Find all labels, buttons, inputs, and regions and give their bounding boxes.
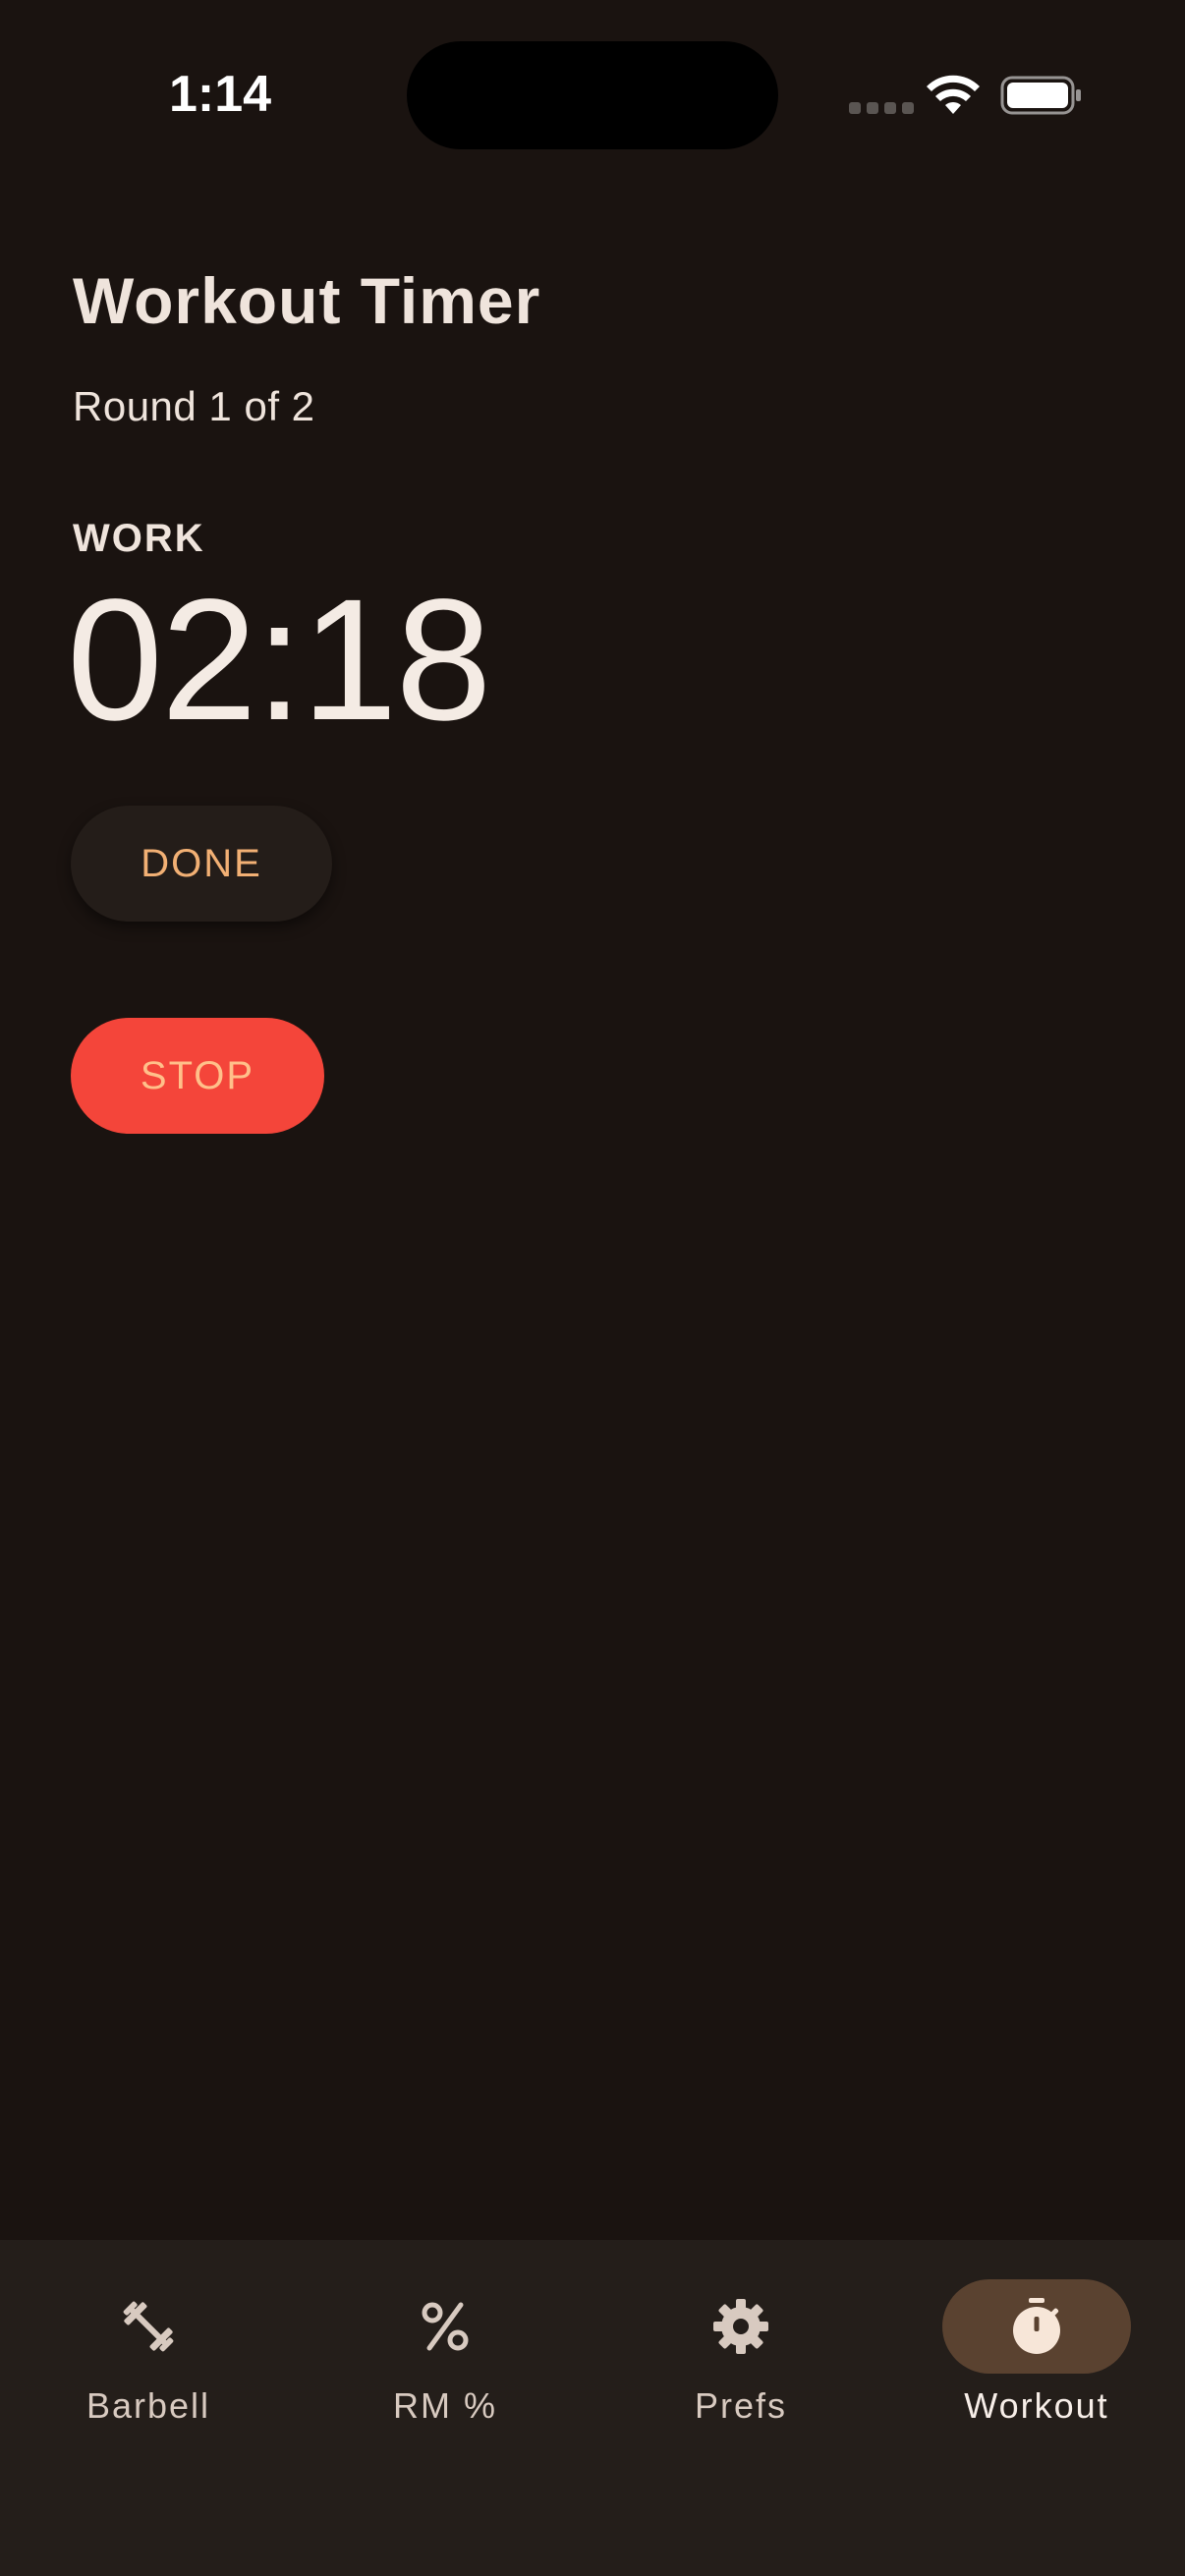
percent-icon xyxy=(422,2302,469,2351)
battery-icon xyxy=(1000,76,1081,115)
nav-item-workout[interactable]: Workout xyxy=(888,2279,1185,2436)
nav-item-rm-percent[interactable]: RM % xyxy=(297,2279,593,2436)
barbell-icon xyxy=(123,2301,174,2352)
status-bar: 1:14 xyxy=(0,0,1185,196)
nav-icon-container xyxy=(647,2279,835,2374)
done-button[interactable]: DONE xyxy=(71,806,332,922)
status-time: 1:14 xyxy=(169,66,272,123)
gear-icon xyxy=(713,2299,768,2354)
round-indicator: Round 1 of 2 xyxy=(73,383,315,429)
stop-button[interactable]: STOP xyxy=(71,1018,324,1134)
nav-item-barbell[interactable]: Barbell xyxy=(0,2279,297,2436)
cellular-signal-icon xyxy=(849,102,914,114)
timer-display: 02:18 xyxy=(67,564,491,756)
nav-item-prefs[interactable]: Prefs xyxy=(592,2279,889,2436)
nav-icon-container-active xyxy=(942,2279,1131,2374)
nav-icon-container xyxy=(54,2279,243,2374)
nav-label-rm-percent: RM % xyxy=(393,2385,497,2426)
nav-label-workout: Workout xyxy=(964,2385,1109,2426)
page-title: Workout Timer xyxy=(73,264,541,337)
nav-label-barbell: Barbell xyxy=(85,2385,211,2426)
bottom-navigation: Barbell RM % Prefs Workout xyxy=(0,2240,1185,2576)
dynamic-island xyxy=(407,41,778,149)
nav-icon-container xyxy=(351,2279,539,2374)
nav-label-prefs: Prefs xyxy=(694,2385,788,2426)
phase-label: WORK xyxy=(73,517,205,560)
wifi-icon xyxy=(927,75,980,114)
stopwatch-icon xyxy=(1013,2298,1060,2354)
